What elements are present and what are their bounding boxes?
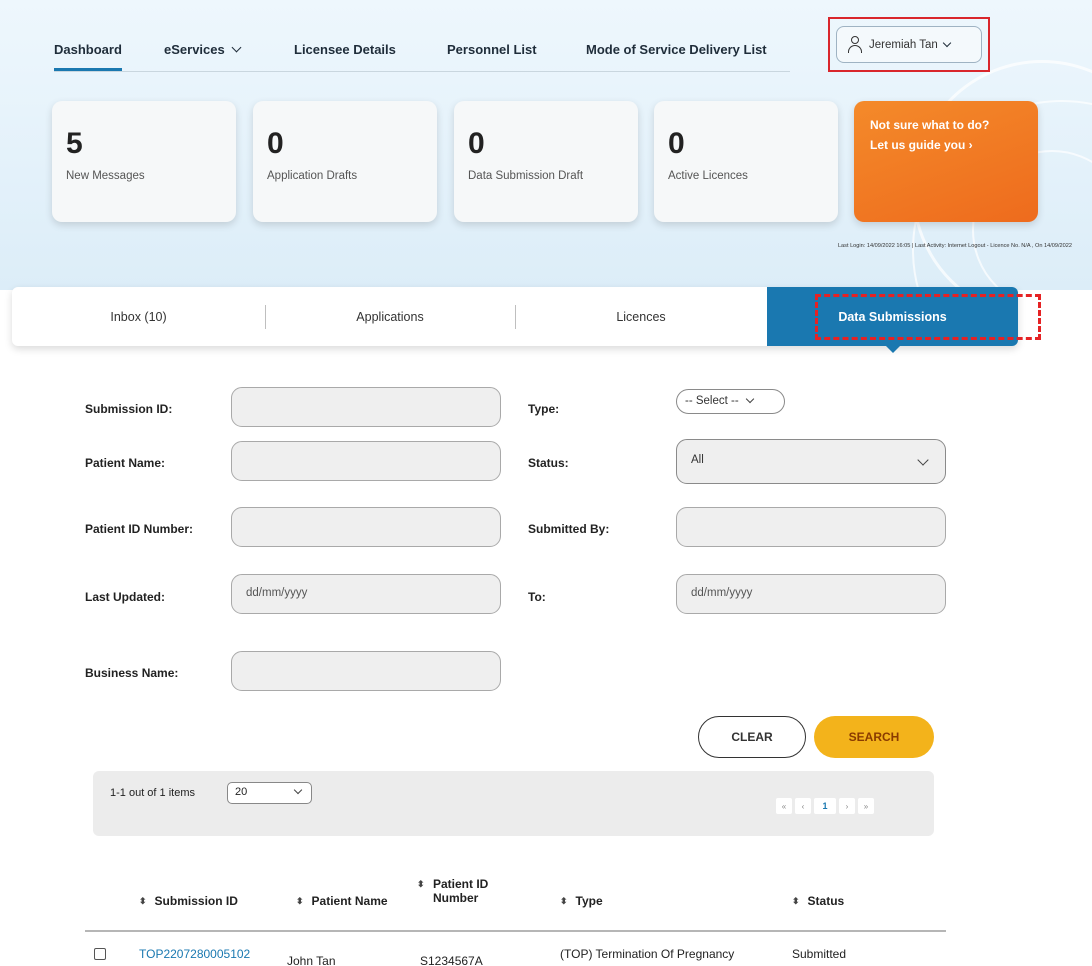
next-page-button[interactable]: › (839, 798, 855, 814)
user-menu-button[interactable]: Jeremiah Tan (836, 26, 982, 63)
tab-applications[interactable]: Applications (265, 287, 515, 346)
last-page-button[interactable]: » (858, 798, 874, 814)
prev-page-button[interactable]: ‹ (795, 798, 811, 814)
chevron-down-icon (293, 785, 303, 795)
data-submission-draft-card[interactable]: 0 Data Submission Draft (454, 101, 638, 222)
clear-button[interactable]: CLEAR (698, 716, 806, 758)
nav-eservices-label: eServices (164, 42, 225, 57)
status-select[interactable]: All (676, 439, 946, 484)
row-checkbox[interactable] (94, 948, 106, 960)
col-header-label: Type (575, 894, 603, 908)
chevron-down-icon (942, 38, 952, 47)
page-size-value: 20 (235, 786, 248, 798)
user-icon (847, 36, 863, 53)
col-header-label: Status (807, 894, 845, 908)
patient-id-input[interactable] (231, 507, 501, 547)
nav-eservices[interactable]: eServices (164, 42, 242, 57)
nav-dashboard[interactable]: Dashboard (54, 42, 122, 71)
page-size-select[interactable]: 20 (227, 782, 312, 804)
tab-licences[interactable]: Licences (515, 287, 767, 346)
type-select-value: -- Select -- (685, 395, 739, 407)
chevron-down-icon (745, 394, 754, 404)
current-page-button[interactable]: 1 (814, 798, 836, 814)
card-label: Data Submission Draft (468, 170, 584, 182)
sort-icon: ⬍ (296, 896, 304, 906)
data-submissions-highlight (815, 294, 1041, 340)
application-drafts-card[interactable]: 0 Application Drafts (253, 101, 437, 222)
card-value: 0 (267, 127, 284, 160)
submitted-by-input[interactable] (676, 507, 946, 547)
sort-icon: ⬍ (139, 896, 147, 906)
last-login-info: Last Login: 14/09/2022 16:05 | Last Acti… (837, 243, 1072, 249)
guide-title: Not sure what to do? (870, 118, 990, 132)
last-updated-date-input[interactable]: dd/mm/yyyy (231, 574, 501, 614)
type-select[interactable]: -- Select -- (676, 389, 785, 414)
type-label: Type: (528, 402, 560, 416)
table-header-divider (85, 930, 946, 932)
sort-icon: ⬍ (560, 896, 568, 906)
col-header-label: Submission ID (154, 894, 238, 908)
patient-name-input[interactable] (231, 441, 501, 481)
col-header-label: Patient Name (311, 894, 388, 908)
to-date-label: To: (528, 590, 546, 604)
card-value: 0 (468, 127, 485, 160)
submission-id-label: Submission ID: (85, 402, 173, 416)
cell-patient-name: John Tan (287, 954, 336, 966)
status-label: Status: (528, 456, 569, 470)
results-count: 1-1 out of 1 items (110, 787, 195, 799)
col-header-label: Patient ID (433, 877, 489, 891)
card-value: 5 (66, 127, 83, 160)
user-name: Jeremiah Tan (869, 38, 938, 51)
card-label: New Messages (66, 170, 145, 182)
nav-personnel-list[interactable]: Personnel List (447, 42, 537, 57)
cell-type: (TOP) Termination Of Pregnancy (560, 947, 735, 961)
active-licences-card[interactable]: 0 Active Licences (654, 101, 838, 222)
col-header-submission-id[interactable]: ⬍ Submission ID (139, 894, 238, 908)
col-header-patient-id[interactable]: ⬍ Patient ID Number (417, 877, 489, 905)
patient-name-label: Patient Name: (85, 456, 166, 470)
submission-id-link[interactable]: TOP2207280005102 (139, 947, 250, 961)
status-select-value: All (691, 454, 704, 466)
col-header-patient-name[interactable]: ⬍ Patient Name (296, 894, 388, 908)
results-pager: 1-1 out of 1 items 20 « ‹ 1 › » (93, 771, 934, 836)
sort-icon: ⬍ (792, 896, 800, 906)
business-name-label: Business Name: (85, 666, 179, 680)
chevron-down-icon (231, 42, 242, 53)
card-value: 0 (668, 127, 685, 160)
patient-id-label: Patient ID Number: (85, 522, 194, 536)
submitted-by-label: Submitted By: (528, 522, 610, 536)
pagination: « ‹ 1 › » (776, 798, 874, 814)
col-header-type[interactable]: ⬍ Type (560, 894, 603, 908)
nav-mode-of-service-delivery-list[interactable]: Mode of Service Delivery List (586, 42, 767, 57)
tab-inbox[interactable]: Inbox (10) (12, 287, 265, 346)
sort-icon: ⬍ (417, 879, 425, 889)
submission-id-input[interactable] (231, 387, 501, 427)
to-date-input[interactable]: dd/mm/yyyy (676, 574, 946, 614)
page-root: Dashboard eServices Licensee Details Per… (0, 0, 1092, 966)
card-label: Active Licences (668, 170, 748, 182)
dashboard-header: Dashboard eServices Licensee Details Per… (0, 0, 1092, 290)
main-nav: Dashboard eServices Licensee Details Per… (54, 36, 790, 72)
cell-patient-id: S1234567A (420, 954, 483, 966)
nav-licensee-details[interactable]: Licensee Details (294, 42, 396, 57)
search-button[interactable]: SEARCH (814, 716, 934, 758)
card-label: Application Drafts (267, 170, 358, 182)
new-messages-card[interactable]: 5 New Messages (52, 101, 236, 222)
last-updated-label: Last Updated: (85, 590, 166, 604)
cell-status: Submitted (792, 947, 847, 961)
guide-card[interactable]: Not sure what to do? Let us guide you › (854, 101, 1038, 222)
guide-link[interactable]: Let us guide you › (870, 138, 973, 152)
business-name-input[interactable] (231, 651, 501, 691)
chevron-down-icon (917, 454, 929, 466)
col-header-status[interactable]: ⬍ Status (792, 894, 844, 908)
col-header-label: Number (433, 891, 479, 905)
first-page-button[interactable]: « (776, 798, 792, 814)
